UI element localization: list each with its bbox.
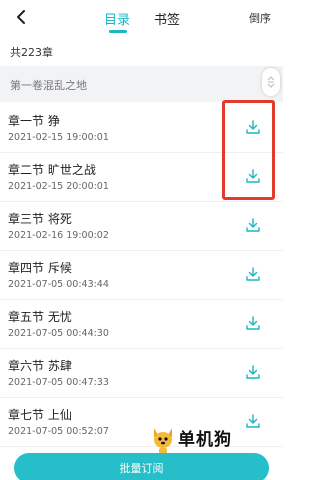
chapter-title: 章五节 无忧: [8, 310, 72, 324]
chapter-time: 2021-07-05 00:47:33: [8, 377, 109, 388]
chapter-title: 章七节 上仙: [8, 408, 72, 422]
volume-title: 第一卷混乱之地: [10, 79, 87, 92]
scroll-handle-icon: [267, 76, 275, 88]
download-icon[interactable]: [245, 364, 261, 380]
chapter-time: 2021-02-15 20:00:01: [8, 181, 109, 192]
dog-mascot-icon: [154, 428, 172, 454]
top-bar: 目录 书签 倒序: [0, 0, 283, 36]
chapter-row[interactable]: 章五节 无忧 2021-07-05 00:44:30: [0, 300, 283, 349]
download-icon[interactable]: [245, 266, 261, 282]
chapter-title: 章四节 斥候: [8, 261, 72, 275]
chapter-row[interactable]: 章四节 斥候 2021-07-05 00:43:44: [0, 251, 283, 300]
tab-catalog[interactable]: 目录: [104, 9, 130, 28]
download-icon[interactable]: [245, 315, 261, 331]
chapter-row[interactable]: 章三节 将死 2021-02-16 19:00:02: [0, 202, 283, 251]
chapter-time: 2021-07-05 00:44:30: [8, 328, 109, 339]
highlight-annotation-box: [222, 100, 275, 200]
sort-button[interactable]: 倒序: [249, 10, 271, 26]
chapter-title: 章六节 苏肆: [8, 359, 72, 373]
chapter-time: 2021-07-05 00:52:07: [8, 426, 109, 437]
chapter-title: 章二节 旷世之战: [8, 163, 96, 177]
chapter-time: 2021-02-15 19:00:01: [8, 132, 109, 143]
chapter-time: 2021-07-05 00:43:44: [8, 279, 109, 290]
back-button[interactable]: [10, 6, 32, 28]
chapter-time: 2021-02-16 19:00:02: [8, 230, 109, 241]
chevron-left-icon: [17, 10, 25, 24]
download-icon[interactable]: [245, 217, 261, 233]
volume-header[interactable]: 第一卷混乱之地: [0, 66, 283, 102]
chapter-count: 共223章: [10, 46, 53, 59]
chapter-title: 章一节 狰: [8, 114, 60, 128]
scroll-handle[interactable]: [262, 68, 280, 96]
watermark: 单机狗: [150, 423, 260, 457]
batch-subscribe-button[interactable]: 批量订阅: [14, 453, 269, 480]
active-tab-indicator: [109, 30, 127, 33]
watermark-text: 单机狗: [178, 430, 232, 450]
chapter-title: 章三节 将死: [8, 212, 72, 226]
chapter-row[interactable]: 章六节 苏肆 2021-07-05 00:47:33: [0, 349, 283, 398]
tab-bookmarks[interactable]: 书签: [154, 9, 180, 28]
